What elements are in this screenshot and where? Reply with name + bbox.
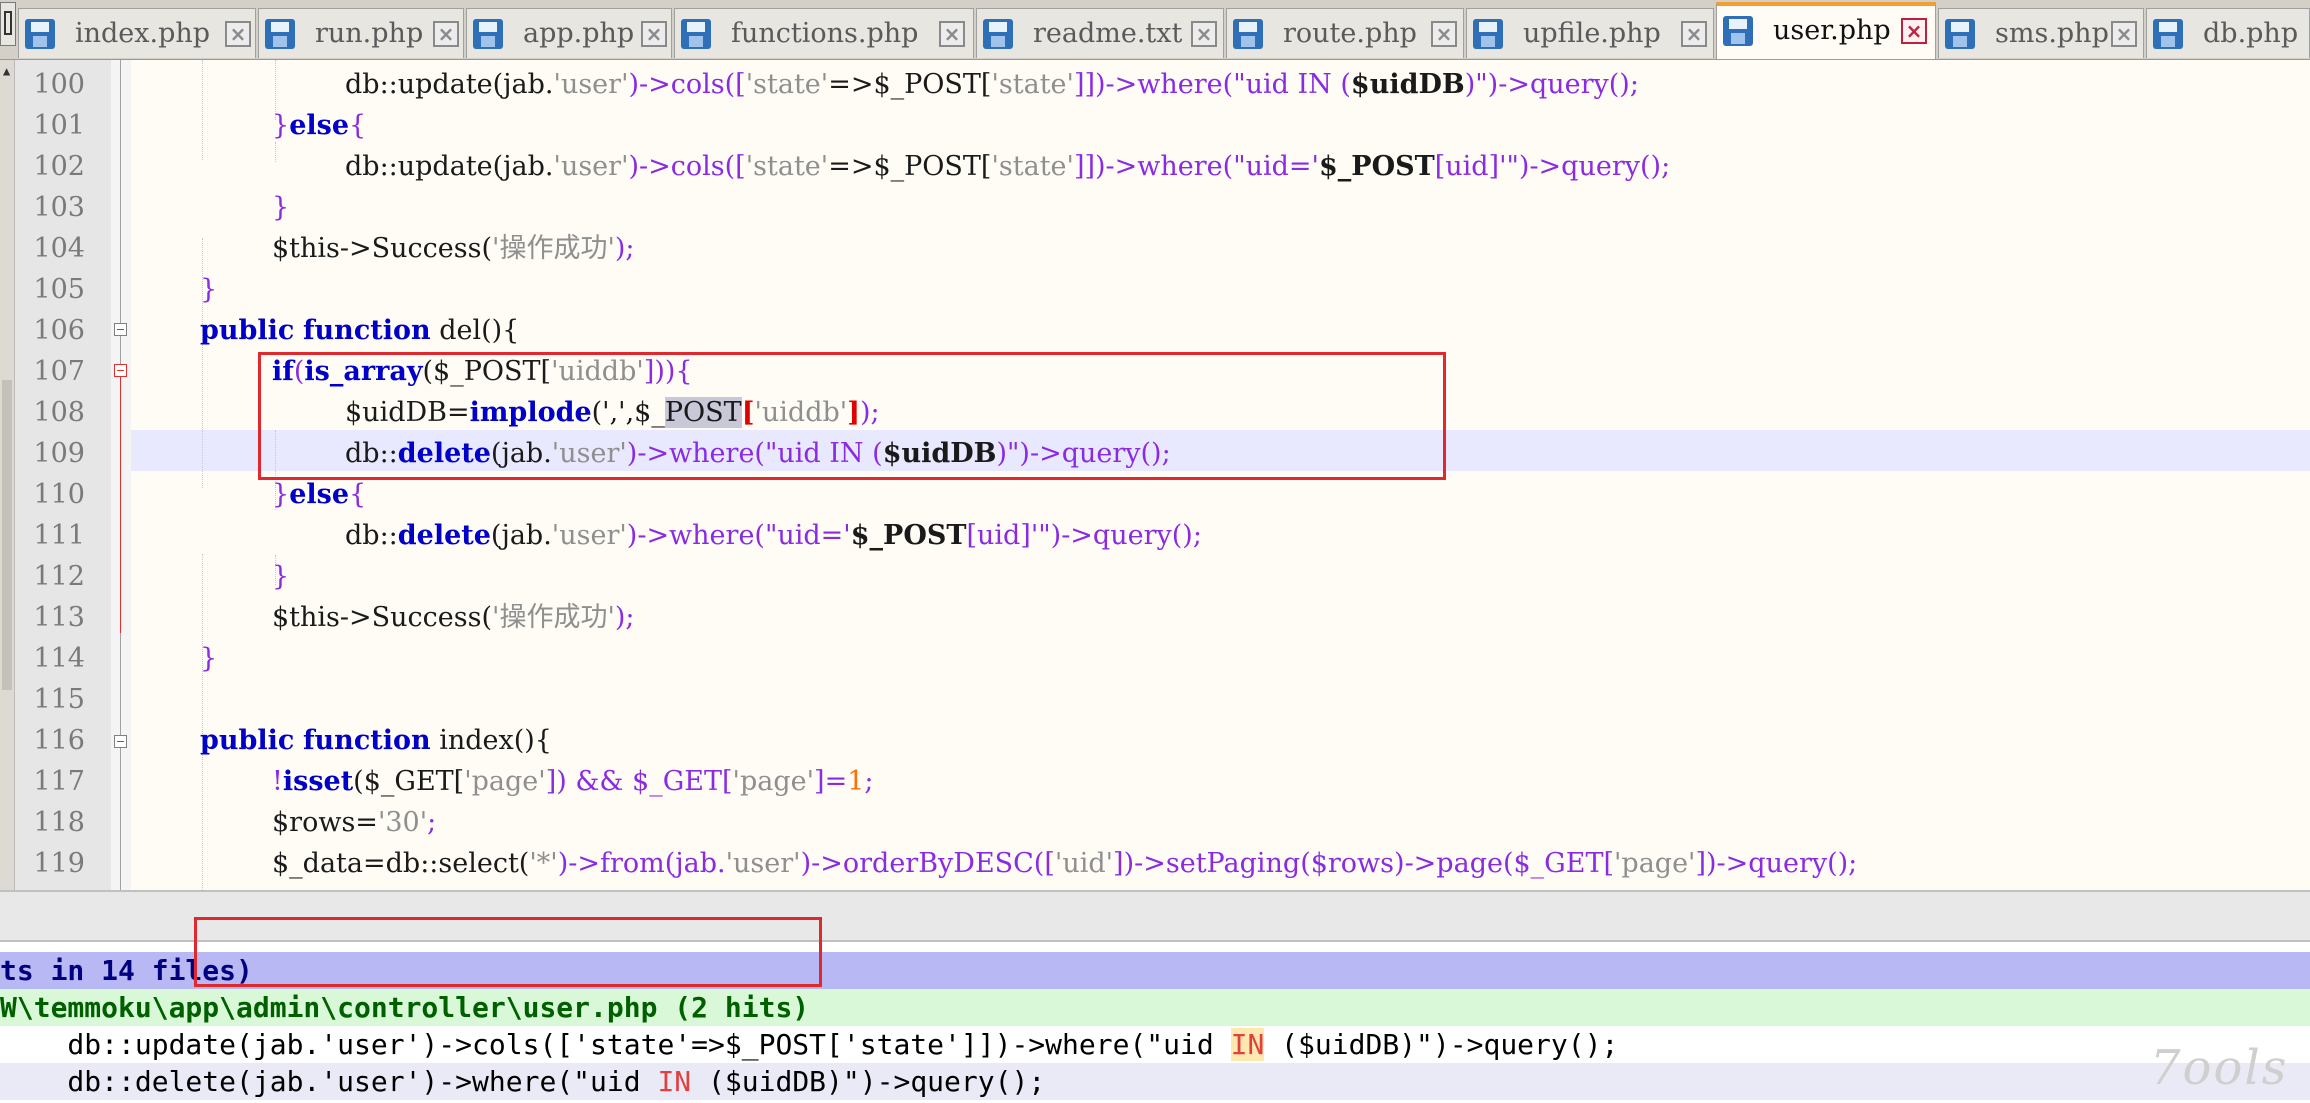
tab-close-icon[interactable]: × — [939, 21, 965, 47]
line-number: 106 — [33, 315, 85, 346]
highlight-annotation-box — [258, 352, 1446, 480]
highlight-annotation-box — [194, 917, 822, 987]
line-number: 105 — [33, 274, 85, 305]
save-file-icon — [25, 19, 55, 49]
tab-bar: index.php × run.php × app.php × function… — [0, 0, 2310, 60]
scroll-up-arrow-icon[interactable]: ▲ — [3, 64, 10, 78]
fold-line-active — [120, 377, 121, 633]
tab-upfile-php[interactable]: upfile.php × — [1466, 8, 1714, 58]
save-file-icon — [681, 19, 711, 49]
code-line-118: $rows='30'; — [272, 807, 437, 838]
code-line-111: db::delete(jab.'user')->where("uid='$_PO… — [345, 520, 1202, 551]
tab-close-icon[interactable]: × — [1191, 21, 1217, 47]
line-number: 103 — [33, 192, 85, 223]
save-file-icon — [983, 19, 1013, 49]
code-line-101: }else{ — [272, 110, 367, 141]
tab-close-icon[interactable]: × — [1431, 21, 1457, 47]
line-number: 104 — [33, 233, 85, 264]
tab-close-icon[interactable]: × — [433, 21, 459, 47]
code-line-102: db::update(jab.'user')->cols(['state'=>$… — [345, 151, 1671, 182]
tab-db-php[interactable]: db.php — [2146, 8, 2310, 58]
tab-route-php[interactable]: route.php × — [1226, 8, 1464, 58]
save-file-icon — [1473, 19, 1503, 49]
save-file-icon — [473, 19, 503, 49]
line-number: 118 — [33, 807, 85, 838]
tab-app-php[interactable]: app.php × — [466, 8, 672, 58]
line-number: 115 — [33, 684, 85, 715]
code-line-119: $_data=db::select('*')->from(jab.'user')… — [272, 848, 1858, 879]
tab-functions-php[interactable]: functions.php × — [674, 8, 974, 58]
line-number: 101 — [33, 110, 85, 141]
save-file-icon — [265, 19, 295, 49]
code-line-116: public function index(){ — [200, 725, 552, 756]
fold-margin — [111, 60, 131, 890]
code-line-106: public function del(){ — [200, 315, 520, 346]
tab-close-icon[interactable]: × — [225, 21, 251, 47]
line-number: 117 — [33, 766, 85, 797]
line-number: 111 — [33, 520, 85, 551]
line-number: 112 — [33, 561, 85, 592]
fold-collapse-icon[interactable] — [114, 735, 127, 748]
fold-line — [120, 60, 121, 330]
line-number: 113 — [33, 602, 85, 633]
fold-line — [120, 748, 121, 890]
vertical-scrollbar[interactable]: ▲ — [0, 60, 15, 890]
fold-line — [120, 633, 121, 741]
line-number: 119 — [33, 848, 85, 879]
tab-run-php[interactable]: run.php × — [258, 8, 464, 58]
result-file-row[interactable]: W\temmoku\app\admin\controller\user.php … — [0, 989, 2310, 1026]
code-line-110: }else{ — [272, 479, 367, 510]
indent-guide — [202, 60, 203, 160]
result-hit-row[interactable]: db::update(jab.'user')->cols(['state'=>$… — [0, 1026, 2310, 1063]
tab-close-icon[interactable]: × — [2111, 21, 2137, 47]
line-number: 107 — [33, 356, 85, 387]
code-line-114: } — [200, 643, 218, 674]
save-file-icon — [1723, 16, 1753, 46]
save-file-icon — [1945, 19, 1975, 49]
tab-close-icon[interactable]: × — [1901, 18, 1927, 44]
line-number: 108 — [33, 397, 85, 428]
code-line-113: $this->Success('操作成功'); — [272, 602, 635, 633]
save-file-icon — [2153, 19, 2183, 49]
line-number: 114 — [33, 643, 85, 674]
scrollbar-thumb[interactable] — [2, 380, 12, 690]
line-number: 102 — [33, 151, 85, 182]
result-hit-row[interactable]: db::delete(jab.'user')->where("uid IN ($… — [0, 1063, 2310, 1100]
watermark-logo: 7ools — [2150, 1040, 2289, 1096]
tab-readme-txt[interactable]: readme.txt × — [976, 8, 1224, 58]
tab-sms-php[interactable]: sms.php × — [1938, 8, 2144, 58]
tab-scroll-left-button[interactable] — [0, 2, 16, 46]
code-line-103: } — [272, 192, 290, 223]
code-line-112: } — [272, 561, 290, 592]
tab-close-icon[interactable]: × — [1681, 21, 1707, 47]
tab-close-icon[interactable]: × — [641, 21, 667, 47]
tab-user-php[interactable]: user.php × — [1716, 2, 1936, 59]
code-line-104: $this->Success('操作成功'); — [272, 233, 635, 264]
code-editor[interactable]: ▲ 100 101 102 103 104 105 106 107 108 10… — [0, 60, 2310, 890]
save-file-icon — [1233, 19, 1263, 49]
code-line-105: } — [200, 274, 218, 305]
fold-collapse-icon[interactable] — [114, 323, 127, 336]
line-number: 109 — [33, 438, 85, 469]
code-line-100: db::update(jab.'user')->cols(['state'=>$… — [345, 69, 1639, 100]
line-number: 100 — [33, 69, 85, 100]
fold-collapse-icon[interactable] — [114, 364, 127, 377]
code-line-117: !isset($_GET['page']) && $_GET['page']=1… — [272, 766, 874, 797]
line-number: 116 — [33, 725, 85, 756]
tab-index-php[interactable]: index.php × — [18, 8, 256, 58]
line-number: 110 — [33, 479, 85, 510]
